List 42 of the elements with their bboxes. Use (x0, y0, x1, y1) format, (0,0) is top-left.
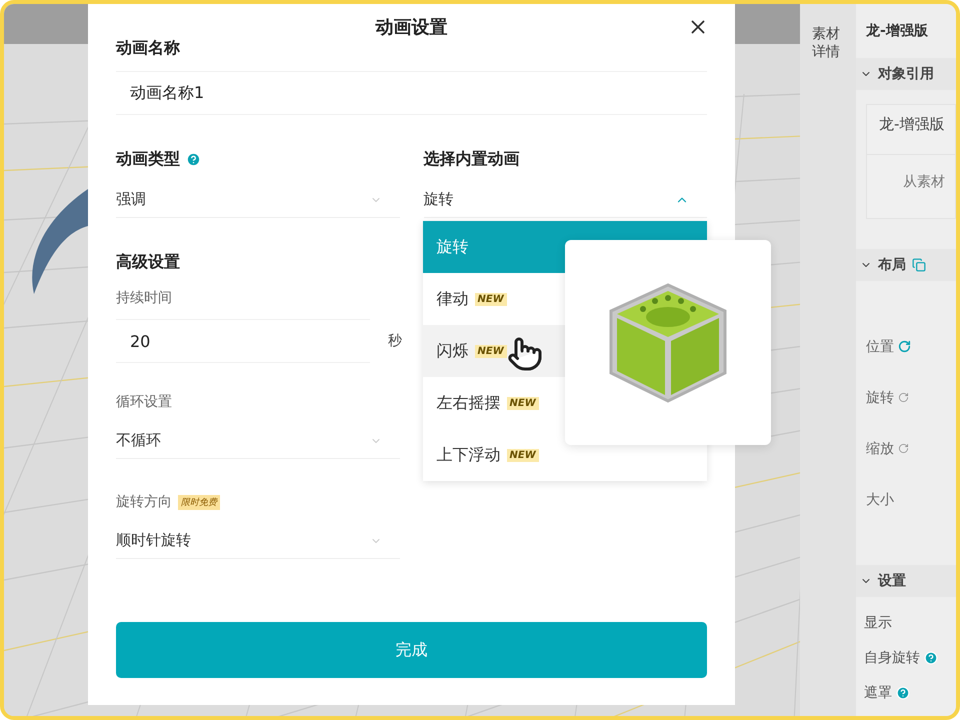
section-header[interactable]: 设置 (856, 565, 956, 597)
field-label: 选择内置动画 (424, 149, 520, 170)
new-badge: NEW (506, 448, 539, 462)
field-label: 动画名称 (116, 38, 180, 59)
reference-action[interactable]: 从素材 (867, 155, 955, 191)
reset-icon[interactable] (898, 443, 909, 454)
field-label: 动画类型 (116, 149, 180, 170)
property-label: 大小 (866, 490, 894, 508)
reference-name: 龙-增强版 (867, 105, 955, 155)
reset-icon[interactable] (898, 340, 911, 353)
section-header[interactable]: 布局 (856, 249, 956, 281)
new-badge: NEW (474, 344, 507, 358)
field-label: 持续时间 (116, 289, 172, 307)
property-label: 自身旋转 (864, 648, 920, 666)
dialog-title: 动画设置 (376, 16, 448, 39)
help-icon[interactable] (924, 650, 938, 664)
property-label: 旋转 (866, 388, 894, 406)
duration-input[interactable]: 20 (116, 319, 370, 363)
field-label: 旋转方向 (116, 493, 172, 511)
help-icon[interactable] (186, 152, 201, 167)
property-label: 遮罩 (864, 684, 892, 702)
copy-icon[interactable] (912, 258, 926, 272)
reset-icon[interactable] (898, 392, 909, 403)
new-badge: NEW (506, 396, 539, 410)
loop-select[interactable]: 不循环 (116, 423, 400, 459)
direction-select[interactable]: 顺时针旋转 (116, 523, 400, 559)
panel-title: 龙-增强版 (864, 22, 929, 41)
field-label: 循环设置 (116, 393, 172, 411)
new-badge: NEW (474, 292, 507, 306)
type-select[interactable]: 强调 (116, 182, 400, 218)
property-label: 位置 (866, 338, 894, 356)
section-header[interactable]: 对象引用 (856, 58, 956, 90)
unit-label: 秒 (388, 332, 402, 350)
name-input[interactable]: 动画名称1 (116, 71, 707, 115)
preset-select[interactable]: 旋转 (424, 182, 707, 218)
property-label: 缩放 (866, 440, 894, 458)
free-tag: 限时免费 (178, 494, 220, 510)
section-heading: 高级设置 (116, 252, 180, 273)
property-label: 显示 (864, 614, 892, 632)
hand-cursor-icon (507, 336, 543, 372)
side-tab[interactable]: 素材详情 (812, 26, 840, 61)
help-icon[interactable] (896, 686, 910, 700)
